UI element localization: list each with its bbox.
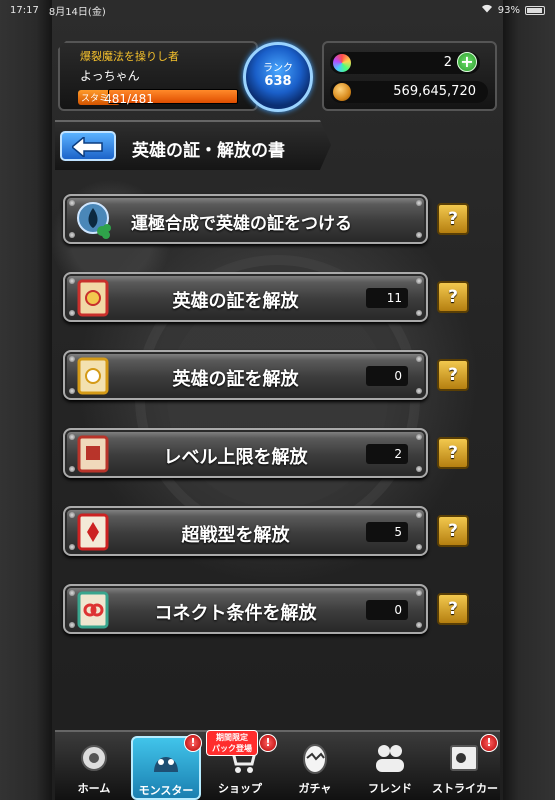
menu-label: 英雄の証を解放 <box>172 369 299 390</box>
stamina-value: 481/481 <box>104 92 154 106</box>
home-icon <box>81 745 107 771</box>
buy-orbs-button[interactable]: + <box>457 52 477 72</box>
monster-icon <box>154 757 178 772</box>
nav-gacha[interactable]: ガチャ <box>280 736 350 800</box>
clover-seal-icon <box>77 202 111 239</box>
page-title: 英雄の証・解放の書 <box>132 141 285 161</box>
status-bar: 17:17 8月14日(金) 93% <box>0 0 555 20</box>
nav-label: ガチャ <box>298 782 332 795</box>
super-battle-scroll-icon <box>77 513 109 551</box>
rank-label: ランク <box>263 63 293 74</box>
menu-label: 運極合成で英雄の証をつける <box>131 214 352 234</box>
item-count: 2 <box>366 444 408 464</box>
nav-label: ショップ <box>218 782 262 795</box>
menu-label: レベル上限を解放 <box>163 447 308 468</box>
rank-value: 638 <box>264 74 292 89</box>
menu-label: 超戦型を解放 <box>181 525 290 546</box>
status-right: 93% <box>481 4 545 16</box>
item-count: 5 <box>366 522 408 542</box>
promo-line-2: パック登場 <box>212 744 252 753</box>
status-date: 8月14日(金) <box>48 6 106 18</box>
help-button[interactable]: ? <box>437 281 469 313</box>
notification-badge: ! <box>184 734 202 752</box>
gold-row: 569,645,720 <box>330 81 488 103</box>
nav-label: ストライカー <box>432 782 498 795</box>
help-button[interactable]: ? <box>437 593 469 625</box>
back-button[interactable] <box>60 131 116 161</box>
gem-count: 2 <box>443 55 452 70</box>
notification-badge: ! <box>259 734 277 752</box>
nav-label: フレンド <box>368 782 412 795</box>
menu-label: 英雄の証を解放 <box>172 291 299 312</box>
nav-label: ホーム <box>77 782 111 795</box>
nav-home[interactable]: ホーム <box>59 736 129 800</box>
help-button[interactable]: ? <box>437 359 469 391</box>
notification-badge: ! <box>480 734 498 752</box>
menu-button-connect-release[interactable]: コネクト条件を解放 0 <box>63 584 428 634</box>
gold-count: 569,645,720 <box>393 84 476 99</box>
battery-icon <box>525 5 545 15</box>
status-time: 17:17 <box>10 4 39 16</box>
back-arrow-icon <box>72 137 103 157</box>
item-count: 0 <box>366 600 408 620</box>
menu-button-hero-proof-release-gold[interactable]: 英雄の証を解放 0 <box>63 350 428 400</box>
currency-panel: 2 + 569,645,720 <box>322 41 497 111</box>
menu-label: コネクト条件を解放 <box>154 603 317 624</box>
friends-icon <box>376 745 404 772</box>
level-scroll-icon <box>77 435 109 473</box>
striker-card-icon <box>450 745 478 771</box>
battery-percent: 93% <box>497 4 520 16</box>
menu-button-super-battle-release[interactable]: 超戦型を解放 5 <box>63 506 428 556</box>
gold-coin-icon <box>333 83 351 101</box>
menu-button-hero-proof-release[interactable]: 英雄の証を解放 11 <box>63 272 428 322</box>
orb-gem-icon <box>333 54 351 72</box>
egg-icon <box>303 744 327 774</box>
player-name: よっちゃん <box>80 69 140 83</box>
help-button[interactable]: ? <box>437 437 469 469</box>
wifi-icon <box>481 4 493 16</box>
item-count: 0 <box>366 366 408 386</box>
menu-button-level-cap-release[interactable]: レベル上限を解放 2 <box>63 428 428 478</box>
rank-orb[interactable]: ランク 638 <box>243 42 313 112</box>
limited-pack-banner: 期間限定 パック登場 <box>206 730 258 756</box>
help-button[interactable]: ? <box>437 515 469 547</box>
red-scroll-icon <box>77 279 109 317</box>
player-title: 爆裂魔法を操りし者 <box>80 50 179 63</box>
help-button[interactable]: ? <box>437 203 469 235</box>
item-count: 11 <box>366 288 408 308</box>
gold-scroll-icon <box>77 357 109 395</box>
nav-label: モンスター <box>138 784 194 797</box>
nav-friend[interactable]: フレンド <box>355 736 425 800</box>
menu-button-hero-proof-fusion[interactable]: 運極合成で英雄の証をつける <box>63 194 428 244</box>
promo-line-1: 期間限定 <box>216 733 248 742</box>
connect-scroll-icon <box>77 591 109 629</box>
